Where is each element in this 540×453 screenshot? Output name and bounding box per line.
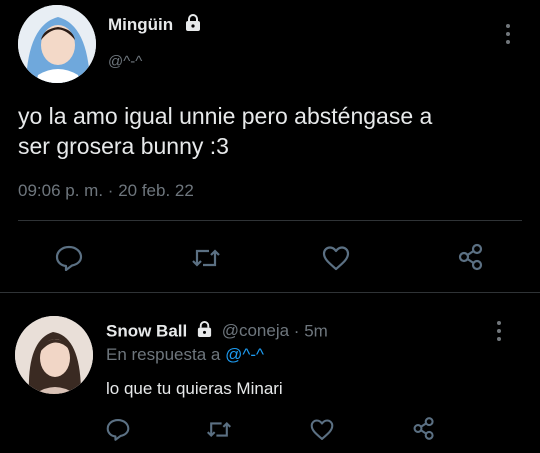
replying-to-handle[interactable]: @^-^	[225, 345, 264, 364]
tweet-time: 09:06 p. m.	[18, 181, 104, 200]
main-tweet-divider	[18, 220, 522, 221]
reply-more-icon[interactable]	[497, 321, 501, 341]
main-author-handle[interactable]: @^-^	[108, 53, 142, 70]
reply-share-button[interactable]	[412, 416, 436, 441]
share-icon	[458, 243, 483, 271]
reply-icon	[55, 245, 83, 271]
reply-avatar[interactable]	[15, 316, 93, 394]
reply-reply-button[interactable]	[106, 418, 130, 441]
tweet-text-line-1: yo la amo igual unnie pero absténgase a	[18, 103, 433, 129]
lock-icon	[196, 321, 213, 343]
like-icon	[322, 246, 350, 271]
reply-header: Snow Ball @coneja · 5m	[106, 321, 328, 343]
like-button[interactable]	[322, 245, 350, 271]
tweet-text-line-2: ser grosera bunny :3	[18, 133, 229, 159]
thread-divider	[0, 292, 540, 293]
share-button[interactable]	[457, 243, 485, 271]
like-icon	[310, 419, 334, 440]
tweet-date: 20 feb. 22	[118, 181, 194, 200]
avatar-image	[15, 316, 93, 394]
retweet-button[interactable]	[191, 245, 221, 271]
more-icon[interactable]	[506, 24, 510, 44]
retweet-icon	[206, 421, 232, 438]
main-tweet-avatar[interactable]	[18, 5, 96, 83]
avatar-image	[18, 5, 96, 83]
reply-retweet-button[interactable]	[206, 418, 232, 441]
main-tweet-text: yo la amo igual unnie pero absténgase a …	[18, 101, 432, 161]
main-tweet-timestamp[interactable]: 09:06 p. m. · 20 feb. 22	[18, 181, 194, 201]
reply-time-separator: ·	[293, 321, 300, 341]
reply-text: lo que tu quieras Minari	[106, 379, 283, 398]
share-icon	[413, 417, 434, 440]
timestamp-separator: ·	[107, 181, 114, 200]
reply-icon	[106, 419, 130, 441]
main-author-name[interactable]: Mingüin	[108, 14, 202, 37]
reply-author-name[interactable]: Snow Ball	[106, 321, 187, 340]
author-name-text: Mingüin	[108, 14, 174, 34]
reply-like-button[interactable]	[310, 418, 334, 441]
reply-button[interactable]	[55, 245, 83, 271]
reply-author-handle[interactable]: @coneja	[222, 321, 289, 340]
lock-icon	[184, 14, 202, 37]
retweet-icon	[192, 249, 220, 267]
replying-to: En respuesta a @^-^	[106, 345, 264, 365]
reply-time[interactable]: 5m	[304, 321, 328, 340]
replying-to-prefix: En respuesta a	[106, 345, 221, 364]
